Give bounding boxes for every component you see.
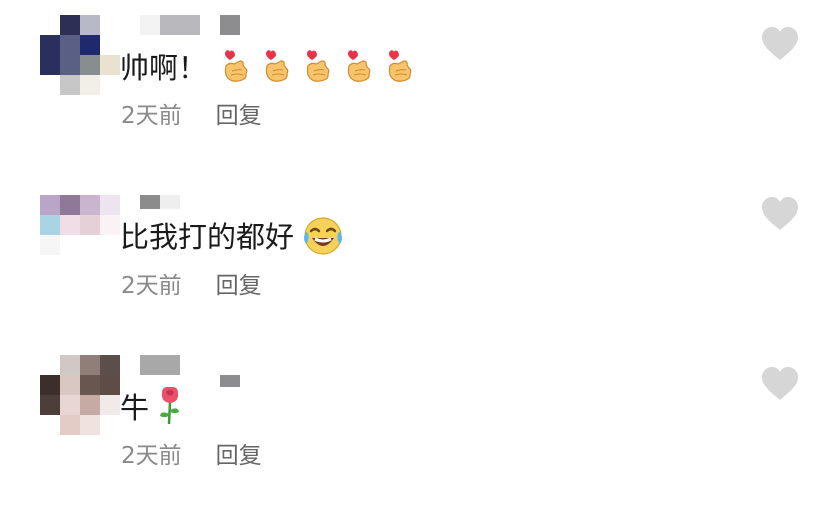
laughing-crying-emoji bbox=[304, 217, 342, 255]
finger-heart-emoji bbox=[265, 50, 289, 82]
avatar[interactable] bbox=[40, 195, 120, 275]
comment-text: 帅啊！ bbox=[120, 51, 208, 85]
heart-icon[interactable] bbox=[761, 366, 799, 402]
finger-heart-emoji-row bbox=[220, 46, 414, 84]
rose-emoji bbox=[160, 386, 179, 425]
avatar[interactable] bbox=[40, 355, 120, 435]
heart-icon[interactable] bbox=[761, 26, 799, 62]
reply-button[interactable]: 回复 bbox=[216, 103, 262, 129]
comment-meta: 2天前 回复 bbox=[121, 101, 262, 131]
reply-button[interactable]: 回复 bbox=[216, 443, 262, 469]
reply-button[interactable]: 回复 bbox=[216, 273, 262, 299]
heart-icon[interactable] bbox=[761, 196, 799, 232]
comment-text: 比我打的都好 bbox=[120, 220, 295, 254]
comment-item: 牛 2天前 回复 bbox=[0, 340, 828, 510]
comment-meta: 2天前 回复 bbox=[121, 441, 262, 471]
finger-heart-emoji bbox=[388, 50, 412, 82]
comment-meta: 2天前 回复 bbox=[121, 271, 262, 301]
comment-time: 2天前 bbox=[121, 443, 182, 469]
finger-heart-emoji bbox=[224, 50, 248, 82]
comment-time: 2天前 bbox=[121, 103, 182, 129]
comment-text: 牛 bbox=[120, 391, 150, 425]
comment-item: 帅啊！ 2天前 回复 bbox=[0, 0, 828, 170]
finger-heart-emoji bbox=[347, 50, 371, 82]
comment-item: 比我打的都好 2天前 回复 bbox=[0, 170, 828, 340]
finger-heart-emoji bbox=[306, 50, 330, 82]
comment-time: 2天前 bbox=[121, 273, 182, 299]
avatar[interactable] bbox=[40, 15, 120, 95]
